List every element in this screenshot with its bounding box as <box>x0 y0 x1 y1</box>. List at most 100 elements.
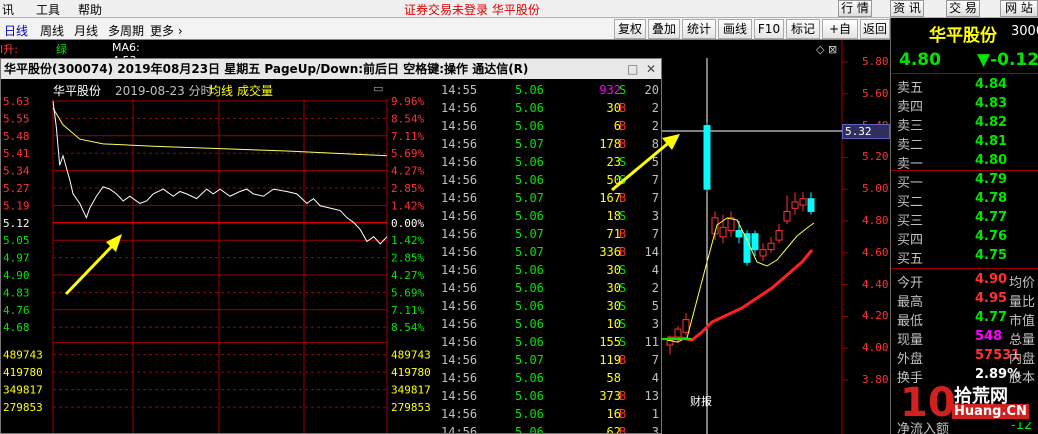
menu-tools[interactable]: 工具 <box>36 1 60 18</box>
intraday-pct-tick: 0.00% <box>391 217 424 230</box>
trade-button[interactable]: 交 易 <box>946 0 980 17</box>
maximize-icon[interactable]: □ <box>627 59 638 79</box>
candle-body <box>759 249 767 257</box>
tick-price: 5.06 <box>515 173 544 187</box>
menu-help[interactable]: 帮助 <box>78 1 102 18</box>
quote-value: 4.75 <box>975 248 1008 263</box>
intraday-price-tick: 5.12 <box>3 217 30 230</box>
kline-axis-tick: 4.60 <box>862 245 889 259</box>
quotes-button[interactable]: 行 情 <box>838 0 872 17</box>
tick-time: 14:56 <box>441 299 478 313</box>
tick-row: 14:56 5.06 373 B 13 <box>439 388 661 406</box>
tick-count: 5 <box>651 299 659 313</box>
tick-side: B <box>619 425 627 434</box>
quote-label: 买一 <box>897 176 924 191</box>
tick-count: 3 <box>651 317 659 331</box>
stats-separator <box>891 268 1038 269</box>
overlay-button[interactable]: 叠加 <box>648 19 680 39</box>
tick-row: 14:56 5.06 155 S 11 <box>439 334 661 352</box>
tick-side: S <box>619 281 627 295</box>
quote-panel: 华平股份 3000 4.80 ▼-0.12 卖五 4.84 卖四 4.83 卖三 4.82… <box>890 18 1038 434</box>
detail-window-title[interactable]: 华平股份(300074) 2019年08月23日 星期五 PageUp/Down… <box>1 59 661 79</box>
bid-row: 买二 4.78 <box>891 190 1038 210</box>
volume-tick: 489743 <box>3 349 43 362</box>
stat-row: 最低 4.77 市值 <box>891 309 1038 329</box>
quote-label: 外盘 <box>897 352 924 367</box>
tick-row: 14:56 5.06 30 S 4 <box>439 262 661 280</box>
stats-button[interactable]: 统计 <box>682 19 716 39</box>
info-button[interactable]: 资 讯 <box>890 0 924 17</box>
quote-extra-label: 内盘 <box>1009 352 1036 367</box>
kline-chart[interactable]: 财报 ◇ ⊠ <box>662 40 890 434</box>
menu-news[interactable]: 讯 <box>2 1 14 18</box>
kline-axis-tick: 4.20 <box>862 309 889 323</box>
watermark-number: 10 <box>900 380 956 426</box>
f10-button[interactable]: F10 <box>754 19 784 39</box>
watermark-url: Huang.CN <box>952 404 1029 419</box>
kline-axis-tick: 3.80 <box>862 373 889 386</box>
kline-corner-icons[interactable]: ◇ ⊠ <box>816 43 837 56</box>
close-icon[interactable]: ✕ <box>646 59 656 79</box>
quote-label: 现量 <box>897 333 924 348</box>
tab-daily[interactable]: 日线 <box>4 22 28 39</box>
volume-tick: 279853 <box>3 401 43 414</box>
tick-count: 20 <box>644 83 659 97</box>
tick-row: 14:56 5.06 16 B 1 <box>439 406 661 424</box>
tick-price: 5.06 <box>515 101 544 115</box>
intraday-price-tick: 4.97 <box>3 252 30 265</box>
draw-button[interactable]: 画线 <box>718 19 752 39</box>
kline-axis-tick: 5.20 <box>862 150 889 164</box>
add-watchlist-button[interactable]: +自选 <box>822 19 858 54</box>
tick-volume: 58 <box>606 371 621 385</box>
tick-side: S <box>619 317 627 331</box>
arrow-annotation-2 <box>611 134 680 192</box>
tick-price: 5.06 <box>515 83 544 97</box>
tick-row: 14:55 5.06 932 S 20 <box>439 82 661 100</box>
tick-time: 14:56 <box>441 371 478 385</box>
back-button[interactable]: 返回 <box>860 19 890 39</box>
intraday-pct-tick: 5.69% <box>391 286 424 299</box>
ask-row: 卖一 4.80 <box>891 152 1038 172</box>
tick-row: 14:56 5.06 62 B 3 <box>439 424 661 434</box>
tab-more[interactable]: 更多 › <box>150 22 183 39</box>
quote-value: 4.90 <box>975 272 1008 287</box>
adjust-button[interactable]: 复权 <box>614 19 646 39</box>
volume-tick: 489743 <box>391 349 431 362</box>
tick-count: 1 <box>651 407 659 421</box>
tab-monthly[interactable]: 月线 <box>74 22 98 39</box>
mark-button[interactable]: 标记 <box>786 19 820 39</box>
tick-time: 14:56 <box>441 407 478 421</box>
quote-value: 4.81 <box>975 134 1008 149</box>
tab-weekly[interactable]: 周线 <box>40 22 64 39</box>
website-button[interactable]: 网 站 <box>1000 0 1038 17</box>
tick-row: 14:56 5.06 18 S 3 <box>439 208 661 226</box>
candle-body <box>775 230 783 241</box>
candle-body <box>682 319 690 333</box>
intraday-pct-tick: 1.42% <box>391 199 424 212</box>
intraday-avg-line <box>52 107 388 157</box>
bid-row: 买一 4.79 <box>891 171 1038 191</box>
detail-title-text: 华平股份(300074) 2019年08月23日 星期五 PageUp/Down… <box>4 62 529 76</box>
tick-count: 14 <box>644 245 659 259</box>
tick-price: 5.06 <box>515 119 544 133</box>
tick-price: 5.06 <box>515 155 544 169</box>
tick-row: 14:56 5.07 119 B 7 <box>439 352 661 370</box>
quote-label: 今开 <box>897 276 924 291</box>
volume-tick: 419780 <box>3 366 43 379</box>
kline-axis-tick: 5.80 <box>862 55 889 68</box>
quote-value: 4.78 <box>975 191 1008 206</box>
cursor-price-label: 5.32 <box>842 124 890 139</box>
intraday-price-tick: 5.63 <box>3 95 30 108</box>
tick-side: B <box>619 389 627 403</box>
quote-label: 最低 <box>897 314 924 329</box>
tick-time: 14:56 <box>441 191 478 205</box>
tick-time: 14:56 <box>441 353 478 367</box>
quote-value: 4.83 <box>975 96 1008 111</box>
intraday-pct-tick: 1.42% <box>391 234 424 247</box>
candle-body <box>791 201 799 209</box>
earnings-tag[interactable]: 财报 <box>690 394 712 408</box>
intraday-pct-tick: 7.11% <box>391 130 424 143</box>
tick-count: 3 <box>651 425 659 434</box>
tab-multi-period[interactable]: 多周期 <box>108 22 144 39</box>
volume-tick: 279853 <box>391 401 431 414</box>
